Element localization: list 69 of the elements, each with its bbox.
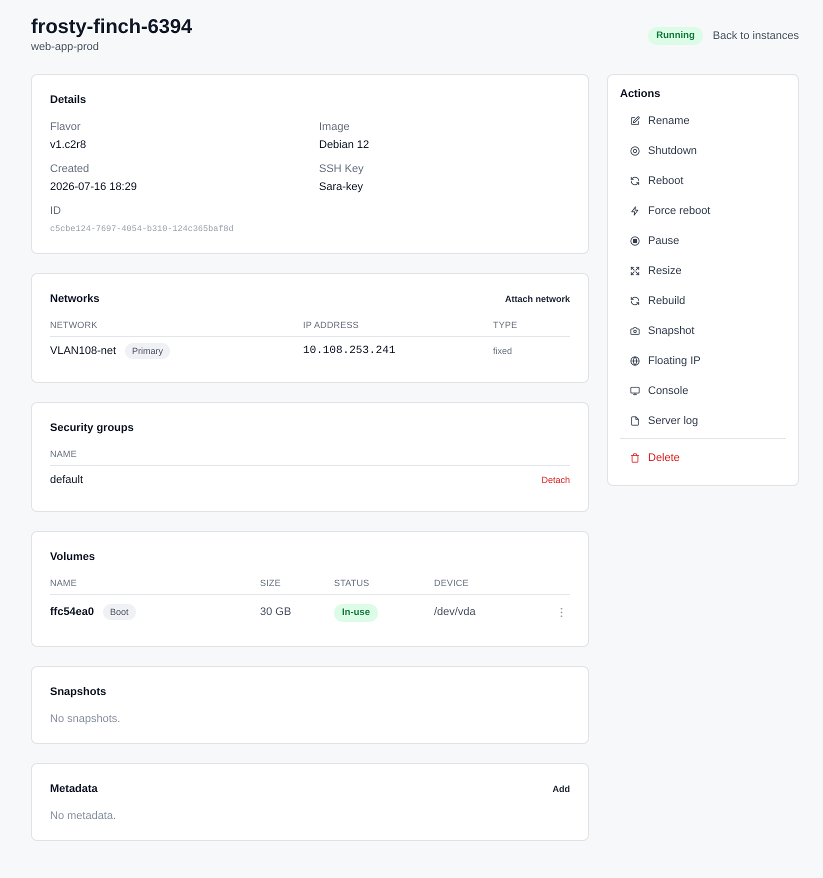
field-label: Image [319, 120, 350, 134]
monitor-icon [630, 386, 640, 396]
field-label: ID [50, 204, 61, 218]
group-name: default [50, 473, 84, 487]
action-menu-item[interactable]: Force reboot [620, 196, 786, 226]
instance-subtitle: web-app-prod [31, 40, 100, 54]
camera-icon [630, 326, 640, 336]
action-menu-item[interactable]: Rename [620, 106, 786, 136]
column-header: IP ADDRESS [303, 319, 360, 331]
status-badge: In-use [334, 604, 378, 622]
column-header: SIZE [260, 577, 282, 589]
card-title: Snapshots [50, 685, 106, 699]
field-value: c5cbe124-7697-4054-b310-124c365baf8d [50, 223, 234, 236]
card-title: Security groups [50, 421, 134, 435]
action-menu-item[interactable]: Server log [620, 406, 786, 436]
field-label: SSH Key [319, 162, 364, 176]
action-menu-item[interactable]: Snapshot [620, 316, 786, 346]
tag-badge: Boot [103, 604, 136, 620]
tag-badge: Primary [125, 343, 170, 359]
network-name: VLAN108-net [50, 344, 116, 358]
action-menu-item[interactable]: Floating IP [620, 346, 786, 376]
back-link[interactable]: Back to instances [712, 29, 799, 43]
pencil-square-icon [630, 116, 640, 126]
card-title: Volumes [50, 550, 96, 564]
attach-network-link[interactable]: Attach network [504, 293, 570, 305]
status-badge: Running [648, 27, 703, 45]
refresh-icon [630, 176, 640, 186]
more-icon[interactable] [560, 606, 563, 618]
field-value: 2026-07-16 18:29 [50, 180, 137, 194]
action-menu-item[interactable]: Resize [620, 256, 786, 286]
instance-title: frosty-finch-6394 [31, 15, 192, 39]
card-title: Actions [620, 87, 662, 101]
detach-link[interactable]: Detach [541, 474, 570, 486]
trash-icon [630, 453, 640, 463]
action-menu-item[interactable]: Rebuild [620, 286, 786, 316]
volume-device: /dev/vda [434, 605, 477, 619]
column-header: DEVICE [434, 577, 470, 589]
column-header: TYPE [493, 319, 518, 331]
card-title: Metadata [50, 782, 98, 796]
circle-dot-icon [630, 146, 640, 156]
field-value: Debian 12 [319, 138, 370, 152]
action-menu-item[interactable]: Pause [620, 226, 786, 256]
card-title: Networks [50, 292, 100, 306]
action-menu-item[interactable]: Reboot [620, 166, 786, 196]
volume-size: 30 GB [260, 605, 292, 619]
field-value: Sara-key [319, 180, 364, 194]
refresh-icon [630, 296, 640, 306]
field-label: Flavor [50, 120, 81, 134]
add-metadata-link[interactable]: Add [552, 783, 570, 795]
card-title: Details [50, 93, 86, 107]
field-value: v1.c2r8 [50, 138, 86, 152]
empty-message: No metadata. [50, 809, 118, 823]
stop-circle-icon [630, 236, 640, 246]
lightning-icon [630, 206, 640, 216]
column-header: NAME [50, 448, 78, 460]
action-menu-item[interactable]: Delete [620, 443, 786, 473]
network-type: fixed [493, 345, 514, 358]
column-header: NETWORK [50, 319, 98, 331]
column-header: STATUS [334, 577, 370, 589]
volume-name: ffc54ea0 [50, 605, 94, 619]
ip-address: 10.108.253.241 [303, 344, 396, 358]
column-header: NAME [50, 577, 78, 589]
globe-icon [630, 356, 640, 366]
field-label: Created [50, 162, 90, 176]
action-menu-item[interactable]: Shutdown [620, 136, 786, 166]
empty-message: No snapshots. [50, 712, 122, 726]
expand-icon [630, 266, 640, 276]
action-menu-item[interactable]: Console [620, 376, 786, 406]
document-icon [630, 416, 640, 426]
